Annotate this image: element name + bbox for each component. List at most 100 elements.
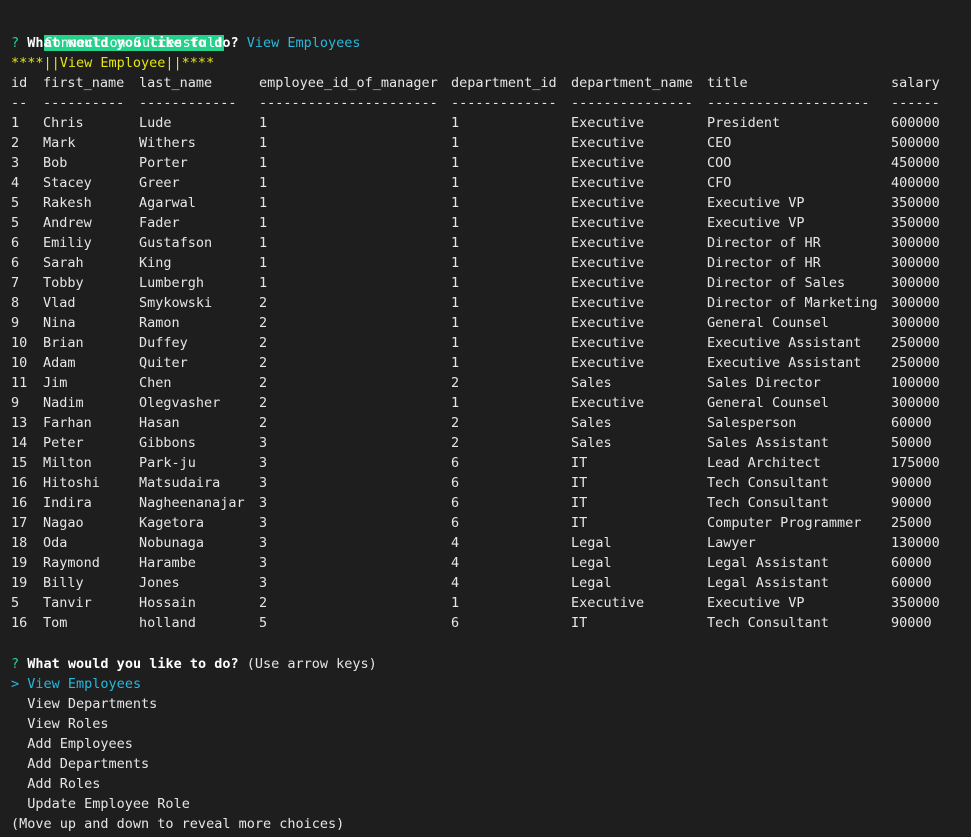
prompt-line-2: ? What would you like to do? (Use arrow … (11, 654, 377, 674)
selection-pointer: > (11, 676, 20, 692)
cell-first-name: Billy (43, 575, 84, 591)
cell-id: 3 (11, 155, 20, 171)
cell-id: 4 (11, 175, 20, 191)
cell-last-name: Lumbergh (139, 275, 205, 291)
cell-title: Computer Programmer (707, 515, 862, 531)
cell-department-id: 1 (451, 295, 460, 311)
menu-choice-label: View Roles (27, 716, 109, 732)
cell-department-name: Executive (571, 355, 645, 371)
cell-title: CEO (707, 135, 732, 151)
cell-salary: 450000 (891, 155, 940, 171)
cell-department-name: Executive (571, 155, 645, 171)
cell-first-name: Raymond (43, 555, 100, 571)
menu-choice-add-employees[interactable]: Add Employees (11, 734, 133, 754)
cell-manager-id: 3 (259, 515, 268, 531)
cell-title: General Counsel (707, 395, 829, 411)
cell-salary: 300000 (891, 315, 940, 331)
cell-title: COO (707, 155, 732, 171)
cell-first-name: Oda (43, 535, 68, 551)
menu-choice-view-departments[interactable]: View Departments (11, 694, 157, 714)
cell-department-name: Executive (571, 295, 645, 311)
cell-department-id: 1 (451, 135, 460, 151)
cell-manager-id: 2 (259, 375, 268, 391)
cell-first-name: Tanvir (43, 595, 92, 611)
column-separator: ------------ (139, 95, 237, 111)
cell-first-name: Indira (43, 495, 92, 511)
cell-id: 1 (11, 115, 20, 131)
cell-title: Tech Consultant (707, 615, 829, 631)
cell-last-name: holland (139, 615, 196, 631)
cell-last-name: Hasan (139, 415, 180, 431)
menu-choice-add-roles[interactable]: Add Roles (11, 774, 100, 794)
cell-id: 13 (11, 415, 28, 431)
cell-department-id: 6 (451, 455, 460, 471)
cell-salary: 300000 (891, 395, 940, 411)
cell-salary: 300000 (891, 255, 940, 271)
cell-id: 11 (11, 375, 28, 391)
cell-department-id: 1 (451, 255, 460, 271)
cell-id: 10 (11, 355, 28, 371)
cell-department-name: Executive (571, 195, 645, 211)
prompt-question-2: What would you like to do? (27, 656, 239, 672)
cell-first-name: Chris (43, 115, 84, 131)
cell-id: 16 (11, 495, 28, 511)
cell-salary: 300000 (891, 275, 940, 291)
cell-salary: 300000 (891, 295, 940, 311)
cell-salary: 100000 (891, 375, 940, 391)
cell-salary: 350000 (891, 195, 940, 211)
column-separator: ------------- (451, 95, 557, 111)
cell-last-name: Smykowski (139, 295, 213, 311)
menu-choice-label: Add Roles (27, 776, 101, 792)
cell-id: 5 (11, 215, 20, 231)
cell-salary: 60000 (891, 415, 932, 431)
menu-choice-view-roles[interactable]: View Roles (11, 714, 109, 734)
cell-first-name: Peter (43, 435, 84, 451)
cell-salary: 600000 (891, 115, 940, 131)
cell-department-id: 1 (451, 395, 460, 411)
cell-first-name: Farhan (43, 415, 92, 431)
menu-choice-update-employee-role[interactable]: Update Employee Role (11, 794, 190, 814)
cell-id: 6 (11, 255, 20, 271)
cell-manager-id: 3 (259, 455, 268, 471)
connection-status-line: Connection Successful! (11, 13, 225, 51)
cell-department-id: 6 (451, 475, 460, 491)
cell-first-name: Mark (43, 135, 76, 151)
cell-manager-id: 1 (259, 255, 268, 271)
cell-department-id: 1 (451, 275, 460, 291)
column-header-first-name: first_name (43, 75, 125, 91)
column-separator: ---------------------- (259, 95, 438, 111)
cell-last-name: Harambe (139, 555, 196, 571)
cell-title: Executive VP (707, 215, 805, 231)
cell-department-id: 4 (451, 535, 460, 551)
cell-salary: 250000 (891, 355, 940, 371)
cell-first-name: Emiliy (43, 235, 92, 251)
menu-choice-add-departments[interactable]: Add Departments (11, 754, 149, 774)
cell-department-id: 6 (451, 615, 460, 631)
menu-choice-view-employees[interactable]: > View Employees (11, 674, 141, 694)
column-header-last-name: last_name (139, 75, 213, 91)
terminal-window[interactable]: Connection Successful! ? What would you … (0, 0, 971, 837)
cell-first-name: Rakesh (43, 195, 92, 211)
cell-salary: 90000 (891, 495, 932, 511)
cell-title: Legal Assistant (707, 575, 829, 591)
cell-department-name: IT (571, 475, 588, 491)
cell-salary: 90000 (891, 615, 932, 631)
cell-first-name: Adam (43, 355, 76, 371)
cell-title: Executive Assistant (707, 335, 862, 351)
prompt-line-1: ? What would you like to do? View Employ… (11, 33, 361, 53)
cell-department-id: 2 (451, 375, 460, 391)
column-header-title: title (707, 75, 748, 91)
menu-choice-label: Update Employee Role (27, 796, 190, 812)
cell-last-name: Lude (139, 115, 172, 131)
cell-department-id: 6 (451, 495, 460, 511)
cell-first-name: Tom (43, 615, 68, 631)
cell-manager-id: 2 (259, 355, 268, 371)
cell-last-name: Quiter (139, 355, 188, 371)
cell-department-id: 4 (451, 555, 460, 571)
cell-title: CFO (707, 175, 732, 191)
cell-salary: 250000 (891, 335, 940, 351)
cell-manager-id: 1 (259, 215, 268, 231)
cell-id: 19 (11, 575, 28, 591)
cell-first-name: Hitoshi (43, 475, 100, 491)
cell-department-name: Executive (571, 595, 645, 611)
